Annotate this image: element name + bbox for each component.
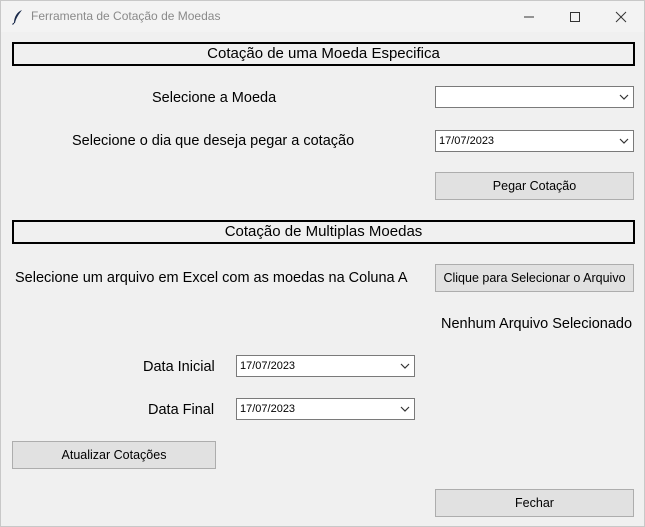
update-quotes-button[interactable]: Atualizar Cotações xyxy=(12,441,216,469)
file-label: Selecione um arquivo em Excel com as moe… xyxy=(15,270,408,286)
close-button[interactable]: Fechar xyxy=(435,489,634,517)
date-label: Selecione o dia que deseja pegar a cotaç… xyxy=(72,133,355,149)
currency-select[interactable] xyxy=(435,86,634,108)
get-quote-button[interactable]: Pegar Cotação xyxy=(435,172,634,200)
start-date-value: 17/07/2023 xyxy=(240,360,296,372)
maximize-icon xyxy=(570,11,580,22)
file-status: Nenhum Arquivo Selecionado xyxy=(441,316,633,332)
end-date-value: 17/07/2023 xyxy=(240,403,296,415)
feather-icon xyxy=(12,10,22,25)
start-date-label: Data Inicial xyxy=(143,359,215,375)
close-window-button[interactable] xyxy=(598,1,644,32)
window-title: Ferramenta de Cotação de Moedas xyxy=(31,9,221,23)
chevron-down-icon xyxy=(400,363,410,369)
chevron-down-icon xyxy=(619,94,629,100)
single-currency-heading: Cotação de uma Moeda Especifica xyxy=(12,42,635,66)
date-select[interactable]: 17/07/2023 xyxy=(435,130,634,152)
minimize-button[interactable] xyxy=(506,1,552,32)
maximize-button[interactable] xyxy=(552,1,598,32)
end-date-label: Data Final xyxy=(148,402,215,418)
start-date-select[interactable]: 17/07/2023 xyxy=(236,355,415,377)
close-icon xyxy=(615,11,627,22)
title-bar: Ferramenta de Cotação de Moedas xyxy=(1,1,644,32)
multi-currency-heading: Cotação de Multiplas Moedas xyxy=(12,220,635,244)
chevron-down-icon xyxy=(400,406,410,412)
app-window: Ferramenta de Cotação de Moedas Cotação … xyxy=(0,0,645,527)
chevron-down-icon xyxy=(619,138,629,144)
minimize-icon xyxy=(524,16,534,17)
end-date-select[interactable]: 17/07/2023 xyxy=(236,398,415,420)
currency-label: Selecione a Moeda xyxy=(152,90,277,106)
date-select-value: 17/07/2023 xyxy=(439,135,495,147)
select-file-button[interactable]: Clique para Selecionar o Arquivo xyxy=(435,264,634,292)
